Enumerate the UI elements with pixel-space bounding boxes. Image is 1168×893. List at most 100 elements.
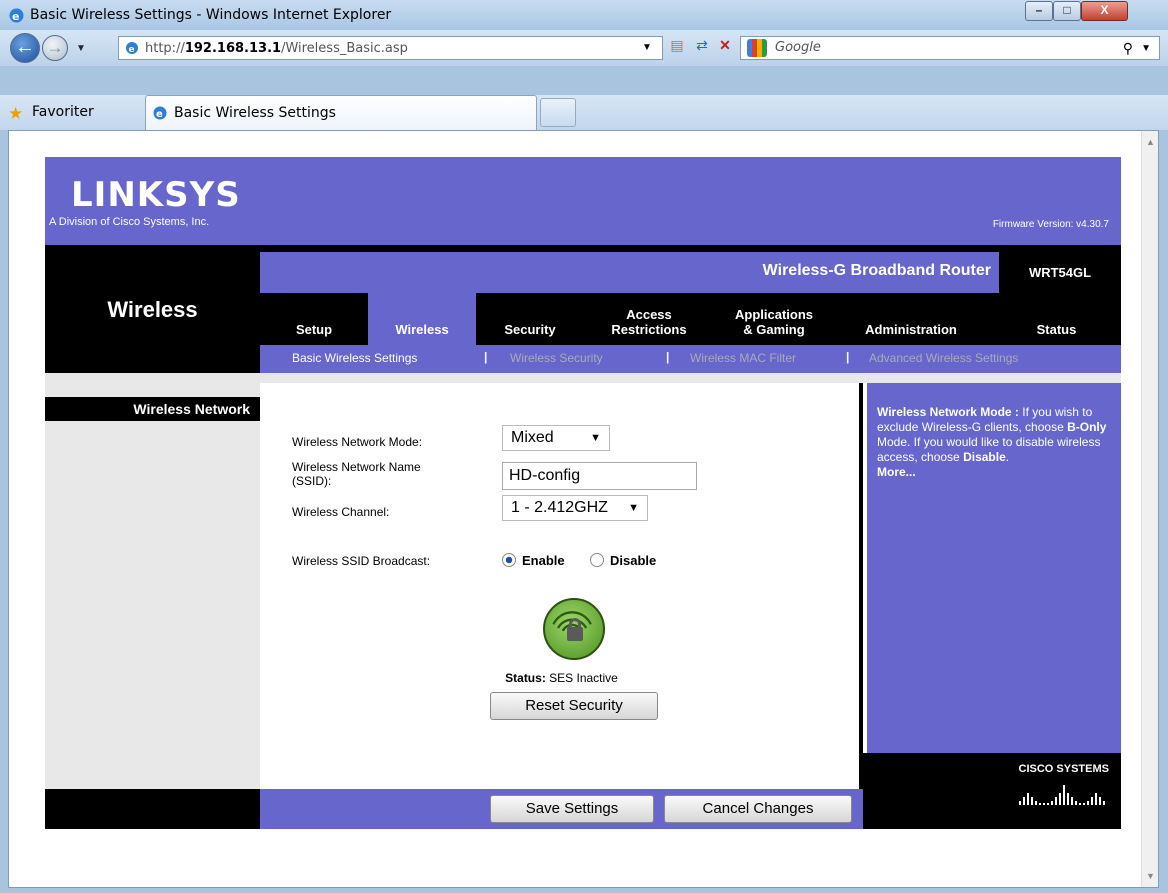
cisco-wordmark: CISCO SYSTEMS — [1018, 763, 1109, 775]
subtab-wireless-security[interactable]: Wireless Security — [510, 351, 603, 365]
cancel-changes-button[interactable]: Cancel Changes — [664, 795, 852, 823]
subnav-separator: | — [484, 350, 488, 364]
internet-explorer-icon: e — [9, 8, 24, 23]
section-label: Wireless Network — [45, 397, 260, 421]
search-dropdown-icon[interactable]: ▼ — [1141, 43, 1151, 54]
page-ie-icon: e — [126, 42, 138, 55]
logo-subtitle: A Division of Cisco Systems, Inc. — [49, 216, 210, 228]
refresh-icon[interactable]: ⇄ — [693, 37, 711, 55]
browser-window: e Basic Wireless Settings - Windows Inte… — [0, 0, 1168, 893]
footer-left — [45, 789, 260, 829]
new-tab-button[interactable] — [540, 98, 576, 127]
firmware-version: Firmware Version: v4.30.7 — [992, 219, 1109, 230]
left-column: Wireless Network — [45, 383, 260, 813]
chevron-down-icon: ▼ — [590, 432, 601, 444]
stop-icon[interactable]: ✕ — [716, 37, 734, 55]
tab-administration[interactable]: Administration — [846, 293, 976, 345]
title-bar: e Basic Wireless Settings - Windows Inte… — [0, 0, 1168, 30]
subtab-basic-wireless-settings[interactable]: Basic Wireless Settings — [292, 351, 417, 365]
section-title-panel: Wireless — [45, 245, 260, 373]
disable-radio[interactable]: Disable — [590, 553, 656, 568]
channel-select[interactable]: 1 - 2.412GHZ ▼ — [502, 495, 648, 521]
linksys-logo: LINKSYS — [71, 175, 241, 215]
ses-status: Status: SES Inactive — [505, 671, 618, 685]
sub-nav: Basic Wireless Settings | Wireless Secur… — [260, 345, 1121, 373]
tab-access-restrictions[interactable]: Access Restrictions — [584, 293, 714, 345]
close-button[interactable]: X — [1081, 1, 1128, 21]
product-bar: Wireless-G Broadband Router WRT54GL — [260, 245, 1121, 293]
star-icon: ★ — [8, 104, 24, 123]
radio-unselected-icon — [590, 553, 604, 567]
subnav-separator: | — [846, 350, 850, 364]
tab-status[interactable]: Status — [1004, 293, 1109, 345]
google-logo-icon — [747, 39, 767, 57]
tab-setup[interactable]: Setup — [260, 293, 368, 345]
minimize-icon: – — [1035, 3, 1043, 17]
vertical-scrollbar[interactable]: ▲ ▼ — [1141, 131, 1158, 887]
ssid-input[interactable] — [502, 462, 697, 490]
footer-actions: Save Settings Cancel Changes — [260, 789, 863, 829]
tab-security[interactable]: Security — [476, 293, 584, 345]
model-badge: WRT54GL — [999, 252, 1121, 293]
router-page: LINKSYS A Division of Cisco Systems, Inc… — [45, 157, 1121, 829]
tab-label: Basic Wireless Settings — [174, 105, 336, 121]
svg-text:e: e — [129, 45, 135, 55]
search-placeholder: Google — [775, 40, 821, 55]
main-nav: Setup Wireless Security Access Restricti… — [260, 293, 1121, 345]
url-text: http://192.168.13.1/Wireless_Basic.asp — [145, 41, 408, 56]
forward-button[interactable]: → — [42, 35, 68, 61]
window-title: Basic Wireless Settings - Windows Intern… — [30, 7, 392, 23]
help-more-link[interactable]: More... — [877, 465, 916, 479]
maximize-icon: □ — [1063, 3, 1071, 17]
divider-band — [45, 373, 1121, 383]
scroll-down-icon[interactable]: ▼ — [1146, 871, 1155, 881]
close-icon: X — [1100, 3, 1109, 17]
settings-form: Wireless Network Mode: Mixed ▼ Wireless … — [260, 383, 863, 813]
channel-label: Wireless Channel: — [292, 505, 390, 519]
tab-basic-wireless-settings[interactable]: e Basic Wireless Settings — [145, 95, 537, 130]
page-viewport: ▲ ▼ LINKSYS A Division of Cisco Systems,… — [8, 130, 1159, 888]
address-input[interactable]: e http://192.168.13.1/Wireless_Basic.asp — [118, 36, 663, 60]
svg-text:e: e — [12, 10, 19, 23]
reset-security-button[interactable]: Reset Security — [490, 692, 658, 720]
chevron-down-icon: ▼ — [628, 502, 639, 514]
page-header: LINKSYS A Division of Cisco Systems, Inc… — [45, 157, 1121, 245]
history-dropdown-icon[interactable]: ▼ — [76, 43, 86, 54]
search-icon[interactable]: ⚲ — [1123, 40, 1133, 57]
forward-arrow-icon: → — [46, 38, 64, 57]
help-panel: Wireless Network Mode : If you wish to e… — [867, 383, 1121, 813]
enable-radio[interactable]: Enable — [502, 553, 565, 568]
tab-applications-gaming[interactable]: Applications & Gaming — [714, 293, 834, 345]
search-input[interactable]: Google ⚲ ▼ — [740, 36, 1160, 60]
subtab-wireless-mac-filter[interactable]: Wireless MAC Filter — [690, 351, 796, 365]
svg-text:e: e — [156, 109, 163, 120]
ssid-label: Wireless Network Name (SSID): — [292, 460, 421, 488]
tab-wireless[interactable]: Wireless — [368, 293, 476, 345]
product-name: Wireless-G Broadband Router — [762, 262, 991, 279]
scroll-up-icon[interactable]: ▲ — [1146, 137, 1155, 147]
broadcast-label: Wireless SSID Broadcast: — [292, 554, 431, 568]
radio-selected-icon — [502, 553, 516, 567]
address-toolbar: ← → ▼ e http://192.168.13.1/Wireless_Bas… — [0, 30, 1168, 66]
back-arrow-icon: ← — [15, 36, 35, 58]
section-title: Wireless — [107, 297, 198, 322]
help-text: Wireless Network Mode : If you wish to e… — [877, 405, 1107, 479]
subnav-separator: | — [666, 350, 670, 364]
tab-ie-icon: e — [153, 106, 167, 120]
cisco-bars-icon — [1019, 783, 1107, 805]
back-button[interactable]: ← — [10, 33, 40, 63]
compatibility-icon[interactable]: ▤ — [668, 37, 686, 55]
channel-value: 1 - 2.412GHZ — [511, 499, 608, 516]
url-dropdown-icon[interactable]: ▼ — [642, 42, 652, 53]
mode-select[interactable]: Mixed ▼ — [502, 425, 610, 451]
ses-button-icon[interactable] — [543, 598, 605, 660]
subtab-advanced-wireless-settings[interactable]: Advanced Wireless Settings — [869, 351, 1018, 365]
lock-icon — [567, 627, 583, 641]
favorites-label: Favoriter — [32, 104, 94, 120]
save-settings-button[interactable]: Save Settings — [490, 795, 654, 823]
minimize-button[interactable]: – — [1025, 1, 1053, 21]
cisco-logo: CISCO SYSTEMS — [863, 753, 1121, 829]
mode-label: Wireless Network Mode: — [292, 435, 423, 449]
maximize-button[interactable]: □ — [1053, 1, 1081, 21]
mode-value: Mixed — [511, 429, 554, 446]
